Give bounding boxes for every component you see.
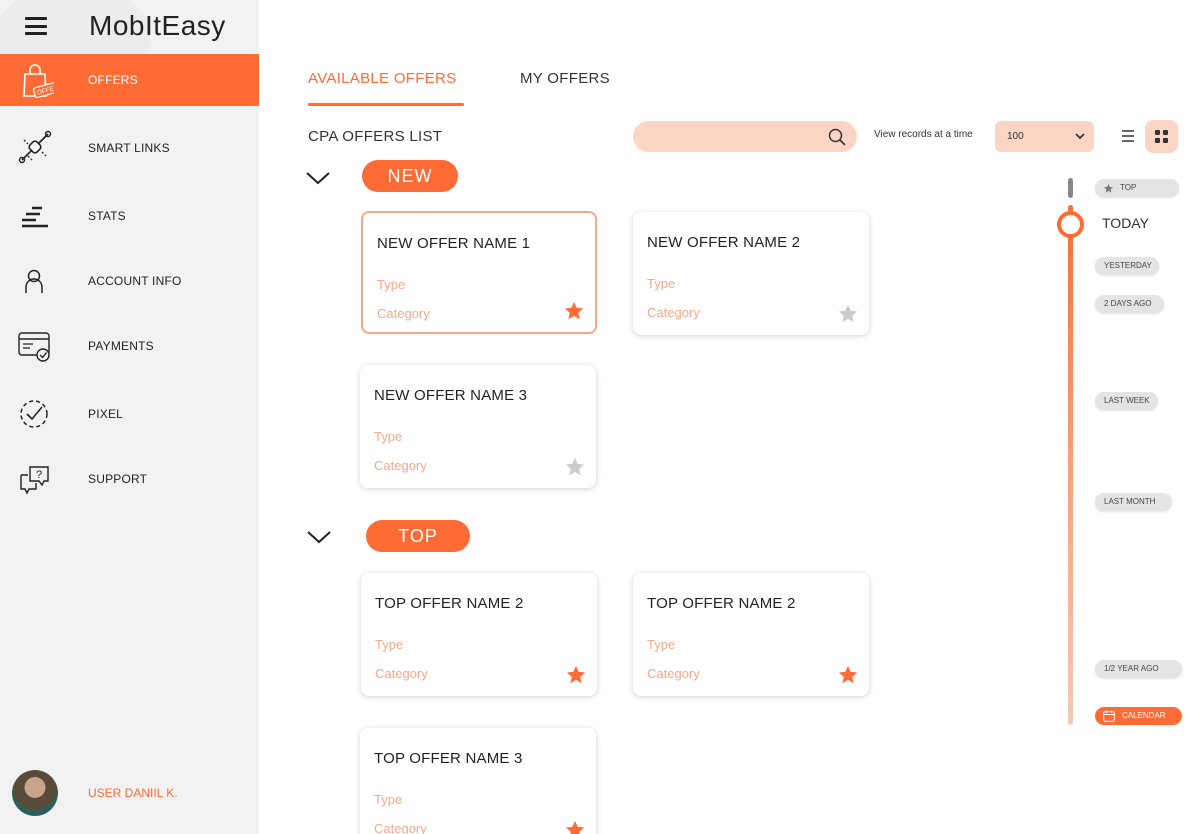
- user-icon: [25, 269, 43, 293]
- menu-icon[interactable]: [25, 17, 47, 35]
- search-box: [633, 121, 857, 152]
- timeline-today[interactable]: TODAY: [1102, 215, 1149, 231]
- sidebar-item-smart-links[interactable]: SMART LINKS: [0, 122, 259, 174]
- star-icon[interactable]: [564, 819, 586, 834]
- sidebar-item-label: SMART LINKS: [88, 141, 170, 155]
- sidebar-item-label: SUPPORT: [88, 472, 148, 486]
- offer-card[interactable]: NEW OFFER NAME 3 Type Category: [360, 365, 596, 488]
- offer-type: Type: [375, 637, 404, 652]
- dashed-check-icon: [20, 400, 48, 428]
- offer-type: Type: [647, 276, 676, 291]
- offer-category: Category: [374, 458, 427, 473]
- offer-type: Type: [374, 792, 403, 807]
- search-input[interactable]: [647, 121, 827, 152]
- offer-category: Category: [647, 305, 700, 320]
- timeline-calendar-button[interactable]: CALENDAR: [1095, 707, 1182, 725]
- timeline-top[interactable]: TOP: [1095, 179, 1179, 197]
- svg-text:?: ?: [36, 469, 42, 481]
- offer-category: Category: [374, 821, 427, 834]
- sidebar-item-label: ACCOUNT INFO: [88, 274, 182, 288]
- sidebar-item-offers[interactable]: OFFER OFFERS: [0, 54, 259, 106]
- sidebar-item-stats[interactable]: STATS: [0, 190, 259, 242]
- timeline-top-label: TOP: [1120, 183, 1137, 192]
- user-name: USER DANIIL K.: [88, 786, 178, 800]
- section-top-collapse-icon[interactable]: [306, 529, 332, 545]
- offer-title: NEW OFFER NAME 1: [377, 235, 531, 252]
- offer-title: TOP OFFER NAME 3: [374, 750, 523, 767]
- offer-category: Category: [647, 666, 700, 681]
- grid-view-icon: [1155, 130, 1168, 143]
- offer-category: Category: [375, 666, 428, 681]
- user-profile[interactable]: USER DANIIL K.: [0, 770, 259, 816]
- offer-title: TOP OFFER NAME 2: [647, 595, 796, 612]
- timeline-track: [1068, 205, 1073, 725]
- link-chain-icon: [18, 130, 52, 164]
- brand-header: MobItEasy: [0, 0, 259, 54]
- card-check-icon: [18, 332, 50, 362]
- search-icon[interactable]: [828, 128, 846, 146]
- records-label: View records at a time: [874, 129, 973, 140]
- offer-type: Type: [374, 429, 403, 444]
- offer-title: NEW OFFER NAME 2: [647, 234, 801, 251]
- section-top-label: TOP: [366, 520, 470, 552]
- avatar: [12, 770, 58, 816]
- star-icon[interactable]: [837, 303, 859, 325]
- offer-card[interactable]: NEW OFFER NAME 2 Type Category: [633, 212, 869, 335]
- calendar-label: CALENDAR: [1122, 711, 1166, 720]
- star-icon[interactable]: [563, 300, 585, 322]
- sidebar-item-label: PAYMENTS: [88, 339, 154, 353]
- star-icon[interactable]: [837, 664, 859, 686]
- shopping-bag-icon: OFFER: [23, 64, 54, 98]
- list-view-icon[interactable]: [1120, 128, 1136, 144]
- sidebar-item-label: PIXEL: [88, 407, 124, 421]
- tab-my-offers[interactable]: MY OFFERS: [520, 70, 610, 87]
- offer-title: TOP OFFER NAME 2: [375, 595, 524, 612]
- timeline-knob[interactable]: [1057, 211, 1084, 238]
- offer-title: NEW OFFER NAME 3: [374, 387, 528, 404]
- list-title: CPA OFFERS LIST: [308, 128, 443, 145]
- chevron-down-icon: [1075, 133, 1085, 140]
- tab-available-offers[interactable]: AVAILABLE OFFERS: [308, 70, 456, 87]
- grid-view-button[interactable]: [1145, 120, 1178, 153]
- section-new-label: NEW: [362, 160, 458, 192]
- timeline-yesterday[interactable]: YESTERDAY: [1095, 257, 1159, 275]
- records-value: 100: [1007, 131, 1024, 142]
- section-new-collapse-icon[interactable]: [305, 170, 331, 186]
- star-icon: [1103, 183, 1114, 193]
- offer-type: Type: [377, 277, 406, 292]
- timeline-2-days-ago[interactable]: 2 DAYS AGO: [1095, 295, 1164, 313]
- sidebar-item-account-info[interactable]: ACCOUNT INFO: [0, 255, 259, 307]
- offer-card[interactable]: TOP OFFER NAME 2 Type Category: [361, 573, 597, 696]
- timeline-last-month[interactable]: LAST MONTH: [1095, 493, 1172, 511]
- sidebar-item-support[interactable]: ? SUPPORT: [0, 453, 259, 505]
- sidebar-item-pixel[interactable]: PIXEL: [0, 388, 259, 440]
- timeline-half-year-ago[interactable]: 1/2 YEAR AGO: [1095, 660, 1182, 678]
- star-icon[interactable]: [564, 456, 586, 478]
- chat-question-icon: ?: [20, 466, 49, 495]
- timeline-last-week[interactable]: LAST WEEK: [1095, 392, 1158, 410]
- timeline-scroll-thumb[interactable]: [1068, 178, 1073, 198]
- sidebar: MobItEasy OFFER OFFERS SMART LINKS STATS: [0, 0, 259, 834]
- active-tab-indicator: [308, 103, 464, 106]
- calendar-icon: [1103, 710, 1115, 722]
- star-icon[interactable]: [565, 664, 587, 686]
- offer-card[interactable]: NEW OFFER NAME 1 Type Category: [361, 211, 597, 334]
- sidebar-item-label: STATS: [88, 209, 126, 223]
- sidebar-item-label: OFFERS: [88, 73, 138, 87]
- app-title: MobItEasy: [89, 10, 226, 41]
- offer-card[interactable]: TOP OFFER NAME 2 Type Category: [633, 573, 869, 696]
- stats-bars-icon: [22, 206, 48, 228]
- sidebar-item-payments[interactable]: PAYMENTS: [0, 320, 259, 372]
- offer-type: Type: [647, 637, 676, 652]
- records-per-page-select[interactable]: 100: [995, 121, 1094, 152]
- offer-category: Category: [377, 306, 430, 321]
- offer-card[interactable]: TOP OFFER NAME 3 Type Category: [360, 728, 596, 834]
